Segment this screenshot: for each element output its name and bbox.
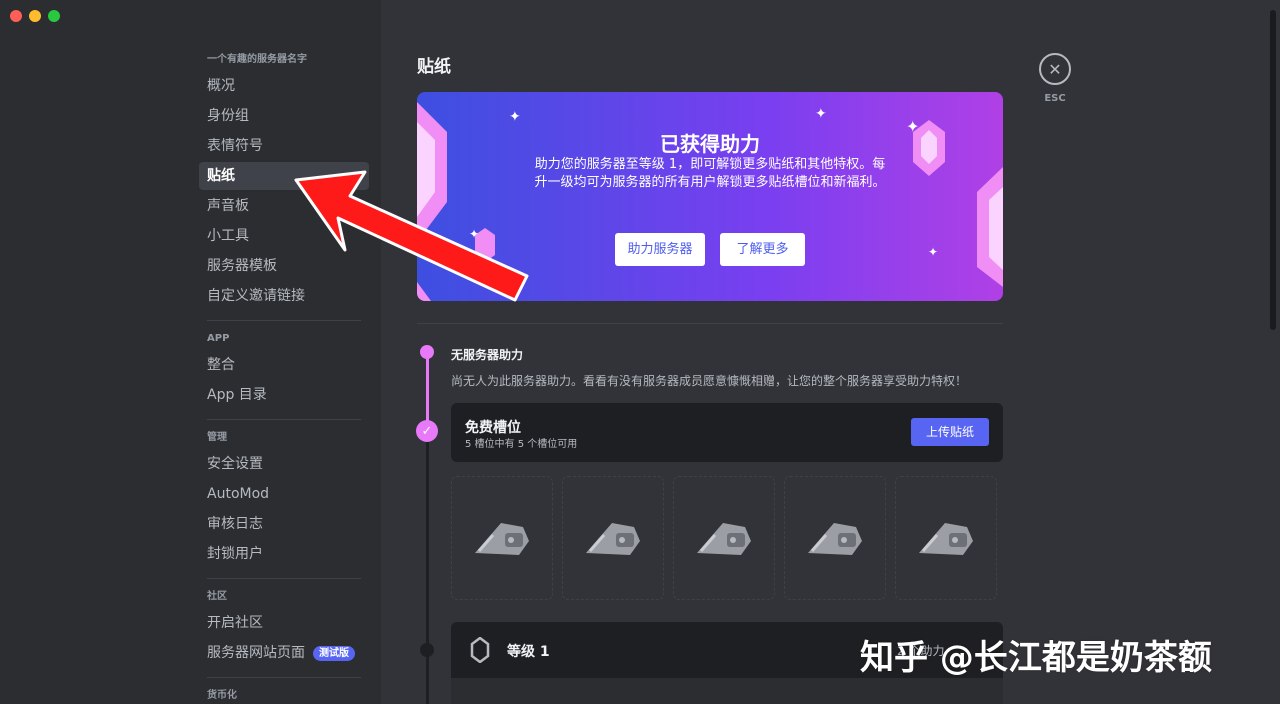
sticker-slot[interactable] [673,476,775,600]
empty-sticker-icon [919,523,973,555]
esc-label: ESC [1044,93,1066,104]
section-title-monetization: 货币化 [207,690,237,701]
sidebar-item-vanity-url[interactable]: 自定义邀请链接 [199,282,369,310]
close-window-button[interactable] [10,10,22,22]
upload-sticker-button[interactable]: 上传贴纸 [911,418,989,446]
sidebar-item-roles[interactable]: 身份组 [199,102,369,130]
sidebar-item-bans[interactable]: 封锁用户 [199,540,369,568]
banner-description: 助力您的服务器至等级 1，即可解锁更多贴纸和其他特权。每升一级均可为服务器的所有… [534,157,886,190]
sticker-slot[interactable] [562,476,664,600]
sidebar: 一个有趣的服务器名字 概况 身份组 表情符号 贴纸 声音板 小工具 服务器模板 … [0,0,381,704]
timeline-node [420,345,434,359]
free-slots-subtitle: 5 槽位中有 5 个槽位可用 [465,439,578,450]
timeline-progress [426,352,429,424]
no-boost-title: 无服务器助力 [451,348,524,362]
sidebar-item-soundboard[interactable]: 声音板 [199,192,369,220]
sidebar-item-app-directory[interactable]: App 目录 [199,381,369,409]
beta-badge: 测试版 [313,645,355,661]
section-title-moderation: 管理 [207,432,227,443]
section-title-apps: APP [207,333,230,344]
section-title-server: 一个有趣的服务器名字 [207,54,307,65]
sidebar-item-widget[interactable]: 小工具 [199,222,369,250]
close-icon[interactable]: ✕ [1039,53,1071,85]
level-1-body [451,678,1003,704]
sidebar-item-stickers[interactable]: 贴纸 [199,162,369,190]
free-slots-card: 免费槽位 5 槽位中有 5 个槽位可用 上传贴纸 [451,403,1003,462]
empty-sticker-icon [808,523,862,555]
divider [207,578,361,579]
empty-sticker-icon [475,523,529,555]
maximize-window-button[interactable] [48,10,60,22]
timeline-node [420,643,434,657]
close-settings[interactable]: ✕ ESC [1039,53,1071,104]
page-title: 贴纸 [417,57,451,77]
window-controls [10,10,60,22]
empty-sticker-icon [586,523,640,555]
boost-gem-icon [470,637,490,663]
sidebar-item-label: 服务器网站页面 [207,645,305,661]
settings-nav: 一个有趣的服务器名字 概况 身份组 表情符号 贴纸 声音板 小工具 服务器模板 … [199,52,369,704]
empty-sticker-icon [697,523,751,555]
sidebar-item-server-template[interactable]: 服务器模板 [199,252,369,280]
divider [417,323,1003,324]
no-boost-description: 尚无人为此服务器助力。看看有没有服务器成员愿意慷慨相赠，让您的整个服务器享受助力… [451,374,968,388]
sidebar-item-overview[interactable]: 概况 [199,72,369,100]
section-title-community: 社区 [207,591,227,602]
sidebar-item-server-web-page[interactable]: 服务器网站页面 测试版 [199,639,369,667]
sidebar-item-emoji[interactable]: 表情符号 [199,132,369,160]
svg-text:✦: ✦ [815,106,827,122]
timeline-track [426,440,429,704]
gem-decorations-icon: ✦ ✦ ✦ ✦ ✦ [417,102,1003,301]
divider [207,419,361,420]
check-icon: ✓ [416,420,438,442]
free-slots-title: 免费槽位 [465,420,521,436]
sticker-slot[interactable] [784,476,886,600]
sidebar-item-safety-setup[interactable]: 安全设置 [199,450,369,478]
boost-server-button[interactable]: 助力服务器 [615,233,705,266]
sidebar-item-automod[interactable]: AutoMod [199,480,369,508]
level-title: 等级 1 [507,644,550,660]
sticker-slot[interactable] [451,476,553,600]
svg-text:✦: ✦ [509,109,521,125]
svg-text:✦: ✦ [469,227,479,241]
sticker-slot-grid [451,476,997,600]
divider [207,677,361,678]
svg-text:✦: ✦ [928,245,938,259]
sidebar-item-audit-log[interactable]: 审核日志 [199,510,369,538]
watermark: 知乎 @长江都是奶茶额 [860,638,1212,678]
divider [207,320,361,321]
banner-title: 已获得助力 [660,132,760,156]
sidebar-item-integrations[interactable]: 整合 [199,351,369,379]
sidebar-item-enable-community[interactable]: 开启社区 [199,609,369,637]
learn-more-button[interactable]: 了解更多 [720,233,805,266]
minimize-window-button[interactable] [29,10,41,22]
sticker-slot[interactable] [895,476,997,600]
scrollbar[interactable] [1270,10,1276,330]
boost-banner: ✦ ✦ ✦ ✦ ✦ 已获得助力 助力您的服务器至等级 1，即可解锁更多贴纸和其他… [417,92,1003,301]
